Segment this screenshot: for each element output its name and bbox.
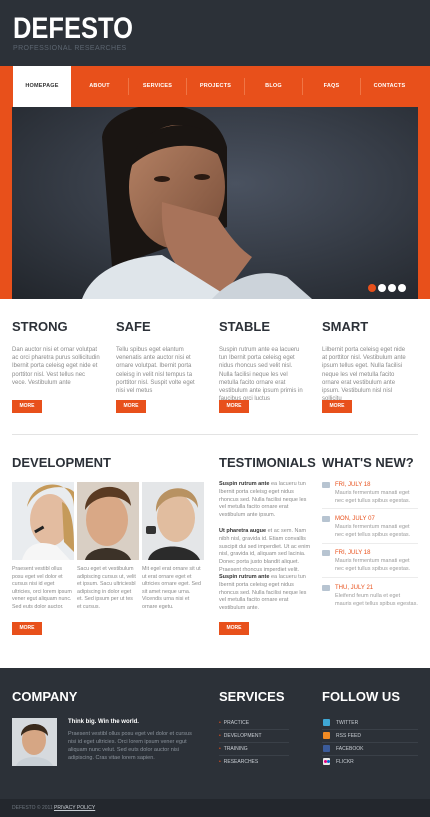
logo-subtitle: PROFESSIONAL RESEARCHES xyxy=(13,45,127,52)
column-title-smart: SMART xyxy=(322,319,369,334)
testimonial: Ut pharetra augue et ac sem. Nam nibh ni… xyxy=(219,528,311,575)
testimonials-title: TESTIMONIALS xyxy=(219,455,316,470)
nav-blog[interactable]: BLOG xyxy=(245,66,302,107)
news-text: Mauris fermentum manati eget nec eget tu… xyxy=(335,490,411,504)
follow-label: RSS FEED xyxy=(336,733,362,739)
logo[interactable]: DEFESTO xyxy=(13,14,133,44)
footer-link-training[interactable]: TRAINING xyxy=(219,743,289,756)
copyright-bar: DEFESTO © 2011 · PRIVACY POLICY xyxy=(0,799,430,817)
nav-faqs[interactable]: FAQS xyxy=(303,66,360,107)
column-text-smart: Lilbernit porta celeisg eget nide at por… xyxy=(322,347,406,402)
testimonial-lead: Suspin rutrum ante xyxy=(219,481,270,487)
news-divider xyxy=(322,543,418,544)
testimonial: Suspin rutrum ante ea lacueru tun Iberni… xyxy=(219,574,311,613)
testimonial-lead: Ut pharetra augue xyxy=(219,528,267,534)
privacy-policy-link[interactable]: PRIVACY POLICY xyxy=(54,805,95,811)
follow-rss[interactable]: RSS FEED xyxy=(322,730,418,743)
nav-homepage[interactable]: HOMEPAGE xyxy=(13,66,71,107)
footer-link-development[interactable]: DEVELOPMENT xyxy=(219,730,289,743)
hero-slider[interactable] xyxy=(12,107,418,299)
development-photo[interactable] xyxy=(77,482,139,560)
news-date: MON, JULY 07 xyxy=(335,516,375,522)
news-text: Mauris fermentum manati eget nec eget tu… xyxy=(335,558,411,572)
nav-contacts[interactable]: CONTACTS xyxy=(361,66,418,107)
rss-icon xyxy=(323,732,330,739)
slider-dot[interactable] xyxy=(378,284,386,292)
comment-icon xyxy=(322,550,330,556)
hero-portrait-image xyxy=(12,107,418,299)
follow-facebook[interactable]: FACEBOOK xyxy=(322,743,418,756)
testimonial-lead: Suspin rutrum ante xyxy=(219,574,270,580)
footer-link-practice[interactable]: PRACTICE xyxy=(219,717,289,730)
column-title-safe: SAFE xyxy=(116,319,151,334)
column-text-strong: Dan auctor nisi et ornar volutpat ac orc… xyxy=(12,347,100,386)
follow-label: FLICKR xyxy=(336,759,354,765)
comment-icon xyxy=(322,482,330,488)
development-text: Sacu eget et vestibulum adipiscing cursu… xyxy=(77,566,136,610)
column-text-safe: Tellu spibus eget elantum venenatis ante… xyxy=(116,347,195,395)
news-text: Eleifend feum nulla et eget mauris eget … xyxy=(335,593,418,607)
section-divider xyxy=(12,434,418,435)
news-divider xyxy=(322,577,418,578)
footer-company-lead: Think big. Win the world. xyxy=(68,719,139,725)
news-text: Mauris fermentum manati eget nec eget te… xyxy=(335,524,411,538)
slider-frame-right xyxy=(418,107,430,299)
column-title-strong: STRONG xyxy=(12,319,68,334)
main-nav: HOMEPAGE ABOUT SERVICES PROJECTS BLOG FA… xyxy=(0,66,430,107)
news-item[interactable]: FRI, JULY 18 Mauris fermentum manati ege… xyxy=(322,549,418,573)
footer-services-title: SERVICES xyxy=(219,689,285,704)
footer-avatar xyxy=(12,718,57,766)
slider-frame-left xyxy=(0,107,12,299)
development-photo[interactable] xyxy=(12,482,74,560)
more-button[interactable]: MORE xyxy=(219,622,249,635)
footer-link-researches[interactable]: RESEARCHES xyxy=(219,756,289,769)
follow-flickr[interactable]: FLICKR xyxy=(322,756,418,769)
nav-services[interactable]: SERVICES xyxy=(129,66,186,107)
testimonial: Suspin rutrum ante ea lacueru tun Iberni… xyxy=(219,481,311,520)
column-title-stable: STABLE xyxy=(219,319,271,334)
footer-company-title: COMPANY xyxy=(12,689,78,704)
development-text: Praesent vestibl ollus posu eget vel dol… xyxy=(12,566,72,610)
news-date: FRI, JULY 18 xyxy=(335,482,371,488)
comment-icon xyxy=(322,585,330,591)
slider-pagination xyxy=(368,279,408,297)
comment-icon xyxy=(322,516,330,522)
nav-about[interactable]: ABOUT xyxy=(71,66,128,107)
nav-projects[interactable]: PROJECTS xyxy=(187,66,244,107)
development-photo[interactable] xyxy=(142,482,204,560)
facebook-icon xyxy=(323,745,330,752)
news-date: FRI, JULY 18 xyxy=(335,550,371,556)
slider-dot[interactable] xyxy=(368,284,376,292)
more-button[interactable]: MORE xyxy=(116,400,146,413)
more-button[interactable]: MORE xyxy=(12,622,42,635)
development-title: DEVELOPMENT xyxy=(12,455,111,470)
twitter-icon xyxy=(323,719,330,726)
follow-label: TWITTER xyxy=(336,720,359,726)
column-text-stable: Suspin rutrum ante ea lacueru tun Iberni… xyxy=(219,347,303,403)
footer-company-text: Praesent vestibl ollus posu eget vel dol… xyxy=(68,731,192,761)
news-item[interactable]: MON, JULY 07 Mauris fermentum manati ege… xyxy=(322,515,418,539)
copyright-text: DEFESTO © 2011 · xyxy=(12,805,56,811)
follow-twitter[interactable]: TWITTER xyxy=(322,717,418,730)
footer-follow-title: FOLLOW US xyxy=(322,689,400,704)
slider-dot[interactable] xyxy=(398,284,406,292)
flickr-icon xyxy=(323,758,330,765)
news-divider xyxy=(322,508,418,509)
news-date: THU, JULY 21 xyxy=(335,585,374,591)
news-item[interactable]: THU, JULY 21 Eleifend feum nulla et eget… xyxy=(322,584,418,608)
testimonial-text: et ac sem. Nam nibh nisl, gravida id. Et… xyxy=(219,528,311,573)
more-button[interactable]: MORE xyxy=(12,400,42,413)
slider-dot[interactable] xyxy=(388,284,396,292)
news-item[interactable]: FRI, JULY 18 Mauris fermentum manati ege… xyxy=(322,481,418,505)
news-title: WHAT'S NEW? xyxy=(322,455,414,470)
follow-label: FACEBOOK xyxy=(336,746,364,752)
more-button[interactable]: MORE xyxy=(322,400,352,413)
development-text: Mit egel erat ornare sit ut ut erat orna… xyxy=(142,566,201,610)
more-button[interactable]: MORE xyxy=(219,400,249,413)
